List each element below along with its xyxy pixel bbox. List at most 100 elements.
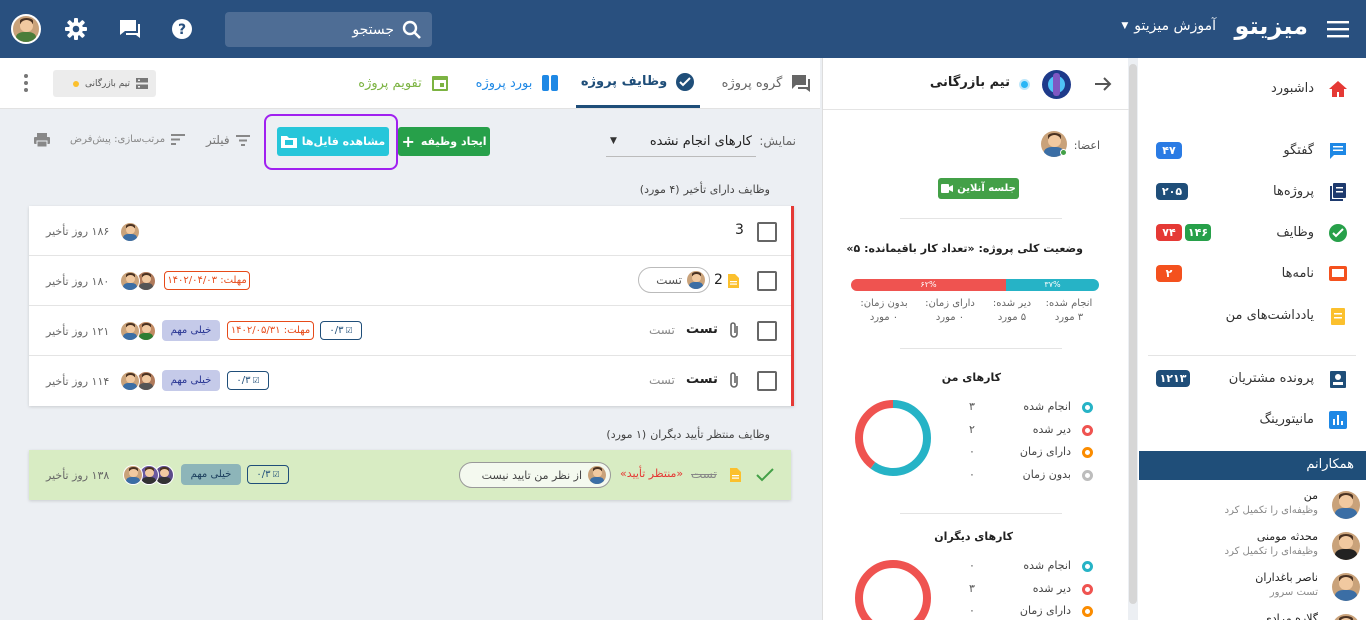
assignee-avatar[interactable]: [120, 371, 140, 391]
help-icon[interactable]: ?: [170, 17, 194, 41]
sidebar-item-customers[interactable]: پرونده مشتریان ۱۲۱۳: [1138, 366, 1366, 392]
sidebar-item-notes[interactable]: یادداشت‌های من: [1138, 303, 1366, 329]
progress-late-segment: ۶۲%: [851, 279, 1006, 291]
user-avatar[interactable]: [11, 14, 41, 44]
search-box[interactable]: جستجو: [225, 12, 432, 47]
colleague-status: وظیفه‌ای را تکمیل کرد: [1224, 546, 1318, 557]
disapprove-label: از نظر من تایید نیست: [481, 468, 582, 482]
back-arrow-icon[interactable]: [1093, 74, 1113, 94]
task-checkbox[interactable]: [757, 371, 777, 391]
legend-item: دیر شده ۲: [963, 422, 1093, 440]
task-checkbox[interactable]: [757, 222, 777, 242]
task-row[interactable]: تست تست ☑ ۰/۳ خیلی مهم ۱۱۴ روز تأخیر: [29, 356, 791, 406]
filter-label: فیلتر: [206, 133, 230, 147]
colleague-avatar: [1332, 532, 1360, 560]
monitoring-icon: [1328, 410, 1348, 430]
checklist-icon: ☑: [252, 376, 260, 385]
task-title: 2: [714, 272, 723, 288]
settings-gear-icon[interactable]: [64, 17, 88, 41]
workspace-selector[interactable]: آموزش میزیتو ▼: [1121, 18, 1216, 34]
legend-label: انجام شده: [1023, 400, 1071, 413]
legend-dot: [1082, 606, 1093, 617]
view-files-button[interactable]: مشاهده فایل‌ها: [277, 127, 389, 156]
colleague-item[interactable]: گلاره مرادی: [1138, 612, 1366, 620]
pending-task-row[interactable]: تست «منتظر تأیید» از نظر من تایید نیست ☑…: [29, 450, 791, 500]
legend-label: دارای زمان: [1019, 445, 1071, 458]
task-row[interactable]: 3 ۱۸۶ روز تأخیر: [29, 206, 791, 256]
sidebar-item-monitoring[interactable]: مانیتورینگ: [1138, 407, 1366, 433]
tab-tasks[interactable]: وظایف پروژه: [576, 58, 700, 108]
legend-item: دارای زمان ۰: [963, 603, 1093, 620]
colleague-item[interactable]: ناصر باغداران تست سرور: [1138, 571, 1366, 609]
more-vertical-icon[interactable]: [23, 73, 29, 93]
panel-divider: [900, 218, 1062, 219]
create-task-button[interactable]: ایجاد وظیفه +: [398, 127, 490, 156]
task-checkbox[interactable]: [757, 321, 777, 341]
app-logo[interactable]: میزیتو: [1235, 12, 1308, 40]
sidebar-item-mail[interactable]: نامه‌ها ۲: [1138, 261, 1366, 287]
sidebar-badge: ۲۰۵: [1156, 183, 1188, 200]
task-row[interactable]: 2 تست مهلت: ۱۴۰۲/۰۴/۰۳ ۱۸۰ روز تأخیر: [29, 256, 791, 306]
task-title: تست: [686, 322, 718, 337]
progress-done-segment: ۳۷%: [1006, 279, 1099, 291]
group-chat-icon: [790, 73, 811, 93]
stat-value: ۰ مورد: [935, 312, 965, 323]
messages-icon[interactable]: [117, 17, 143, 41]
colleague-item[interactable]: من وظیفه‌ای را تکمیل کرد: [1138, 489, 1366, 527]
colleague-name: من: [1303, 489, 1318, 502]
display-select[interactable]: کارهای انجام نشده ▼: [606, 126, 756, 157]
task-title: تست: [691, 467, 717, 481]
tab-label: تقویم پروژه: [358, 75, 422, 91]
task-tag-chip[interactable]: تست: [638, 267, 710, 293]
legend-dot: [1082, 583, 1093, 595]
stat-label: دیر شده:: [992, 298, 1032, 309]
legend-value: ۰: [969, 445, 975, 458]
task-delay: ۱۸۶ روز تأخیر: [46, 225, 110, 238]
checklist-tag: ☑ ۰/۳: [227, 371, 269, 390]
priority-tag: خیلی مهم: [162, 320, 220, 341]
document-icon: [728, 274, 739, 288]
team-chip[interactable]: تیم بازرگانی: [53, 70, 156, 97]
menu-icon[interactable]: [1326, 17, 1350, 41]
mail-icon: [1328, 264, 1348, 284]
checklist-count: ۰/۳: [256, 469, 271, 480]
my-tasks-donut: [855, 400, 931, 476]
sidebar-item-home[interactable]: داشبورد: [1138, 76, 1366, 102]
print-icon[interactable]: [34, 133, 50, 148]
tab-calendar[interactable]: تقویم پروژه: [348, 58, 460, 108]
colleagues-header: همکارانم: [1139, 451, 1366, 480]
sort-button[interactable]: مرتب‌سازی: پیش‌فرض: [70, 134, 186, 145]
delayed-task-list: 3 ۱۸۶ روز تأخیر 2 تست مهلت: ۱۴۰۲/۰۴/۰۳ ۱…: [29, 206, 794, 406]
customers-icon: [1328, 369, 1348, 389]
filter-button[interactable]: فیلتر: [206, 133, 250, 147]
legend-item: دارای زمان ۰: [963, 444, 1093, 462]
assignee-avatar[interactable]: [123, 465, 143, 485]
view-files-label: مشاهده فایل‌ها: [301, 135, 386, 148]
assignee-avatar[interactable]: [120, 321, 140, 341]
sidebar: داشبورد گفتگو ۴۷ پروژه‌ها ۲۰۵ وظایف ۱۴۶ ۷۴ نامه‌…: [1138, 58, 1366, 620]
sidebar-scrollbar[interactable]: [1129, 64, 1137, 604]
project-stat: بدون زمان: ۰ مورد: [853, 297, 915, 325]
task-checkbox[interactable]: [757, 271, 777, 291]
assignee-avatar[interactable]: [120, 222, 140, 242]
tab-group-chat[interactable]: گروه پروژه: [716, 58, 816, 108]
checklist-icon: ☑: [345, 326, 353, 335]
sidebar-item-projects[interactable]: پروژه‌ها ۲۰۵: [1138, 179, 1366, 205]
team-panel: تیم بازرگانی اعضا: جلسه آنلاین وضعیت کلی…: [822, 58, 1129, 620]
tab-label: وظایف پروژه: [580, 74, 668, 89]
disapprove-chip[interactable]: از نظر من تایید نیست: [459, 462, 611, 488]
sidebar-item-chat[interactable]: گفتگو ۴۷: [1138, 138, 1366, 164]
search-icon: [402, 20, 422, 40]
panel-divider: [900, 348, 1062, 349]
task-row[interactable]: تست تست ☑ ۰/۳ مهلت: ۱۴۰۲/۰۵/۳۱ خیلی مهم …: [29, 306, 791, 356]
member-online-dot: [1060, 149, 1067, 156]
assignee-avatar[interactable]: [120, 271, 140, 291]
video-camera-icon: [941, 184, 954, 193]
notes-icon: [1328, 306, 1348, 326]
tab-board[interactable]: بورد پروژه: [468, 58, 568, 108]
colleague-avatar: [1332, 614, 1360, 620]
colleague-item[interactable]: محدثه مومنی وظیفه‌ای را تکمیل کرد: [1138, 530, 1366, 568]
sidebar-item-tasks-check[interactable]: وظایف ۱۴۶ ۷۴: [1138, 220, 1366, 246]
create-task-label: ایجاد وظیفه: [420, 135, 487, 148]
online-meeting-button[interactable]: جلسه آنلاین: [938, 178, 1019, 199]
